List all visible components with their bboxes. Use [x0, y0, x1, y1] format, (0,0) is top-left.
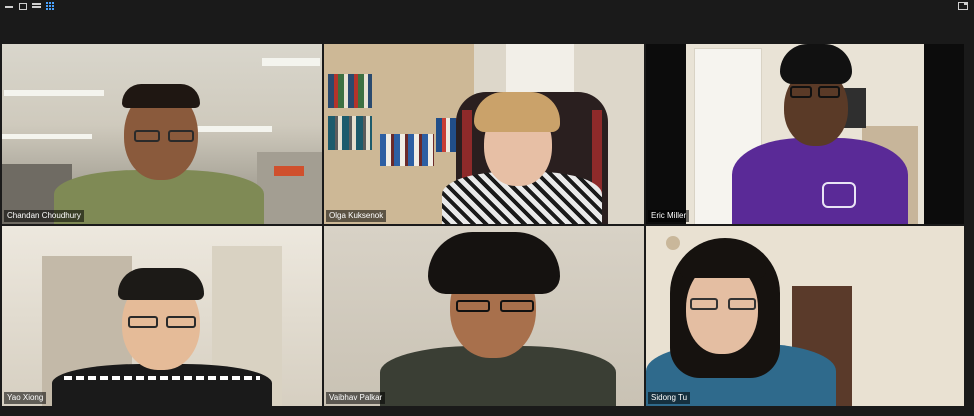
red-object	[274, 166, 304, 176]
glasses	[166, 316, 196, 328]
person-hair	[474, 92, 560, 132]
office-shelf	[257, 152, 322, 224]
participant-name-label: Eric Miller	[648, 210, 690, 222]
glasses	[128, 316, 158, 328]
fullscreen-icon[interactable]	[958, 2, 968, 10]
glasses	[500, 300, 534, 312]
ceiling-light	[4, 90, 104, 96]
video-tile-yao-xiong[interactable]: Yao Xiong	[2, 226, 322, 406]
video-tile-olga-kuksenok[interactable]: Olga Kuksenok	[324, 44, 644, 224]
glasses	[456, 300, 490, 312]
gallery-view-icon[interactable]	[46, 2, 56, 10]
jacket-stripe	[64, 376, 260, 380]
window-toolbar	[0, 0, 974, 14]
gallery-grid: Chandan Choudhury Olga Kuksenok Eric Mil…	[2, 44, 964, 406]
video-tile-vaibhav-palkar[interactable]: Vaibhav Palkar	[324, 226, 644, 406]
book-row	[328, 74, 372, 108]
glasses	[728, 298, 756, 310]
wall-clock	[666, 236, 680, 250]
person-hair	[780, 44, 852, 84]
participant-name-label: Chandan Choudhury	[4, 210, 84, 222]
person-hair	[122, 84, 200, 108]
person-hair	[118, 268, 204, 300]
person-hair	[428, 232, 560, 294]
participant-name-label: Yao Xiong	[4, 392, 47, 404]
book-row	[328, 116, 372, 150]
glasses	[168, 130, 194, 142]
participant-name-label: Olga Kuksenok	[326, 210, 387, 222]
participant-name-label: Sidong Tu	[648, 392, 691, 404]
video-tile-sidong-tu[interactable]: Sidong Tu	[646, 226, 964, 406]
glasses	[818, 86, 840, 98]
restore-icon[interactable]	[18, 2, 28, 10]
shirt-logo	[822, 182, 856, 208]
ceiling-light	[192, 126, 272, 132]
speaker-view-icon[interactable]	[32, 2, 42, 10]
glasses	[690, 298, 718, 310]
person-bangs	[680, 246, 766, 278]
ceiling-light	[262, 58, 320, 66]
book-row	[380, 134, 434, 166]
video-tile-chandan-choudhury[interactable]: Chandan Choudhury	[2, 44, 322, 224]
meeting-window: Chandan Choudhury Olga Kuksenok Eric Mil…	[0, 0, 974, 416]
ceiling-light	[2, 134, 92, 139]
person-body	[52, 364, 272, 406]
glasses	[790, 86, 812, 98]
video-tile-eric-miller[interactable]: Eric Miller	[646, 44, 964, 224]
participant-name-label: Vaibhav Palkar	[326, 392, 386, 404]
glasses	[134, 130, 160, 142]
person-body	[732, 138, 908, 224]
minimize-icon[interactable]	[4, 2, 14, 10]
